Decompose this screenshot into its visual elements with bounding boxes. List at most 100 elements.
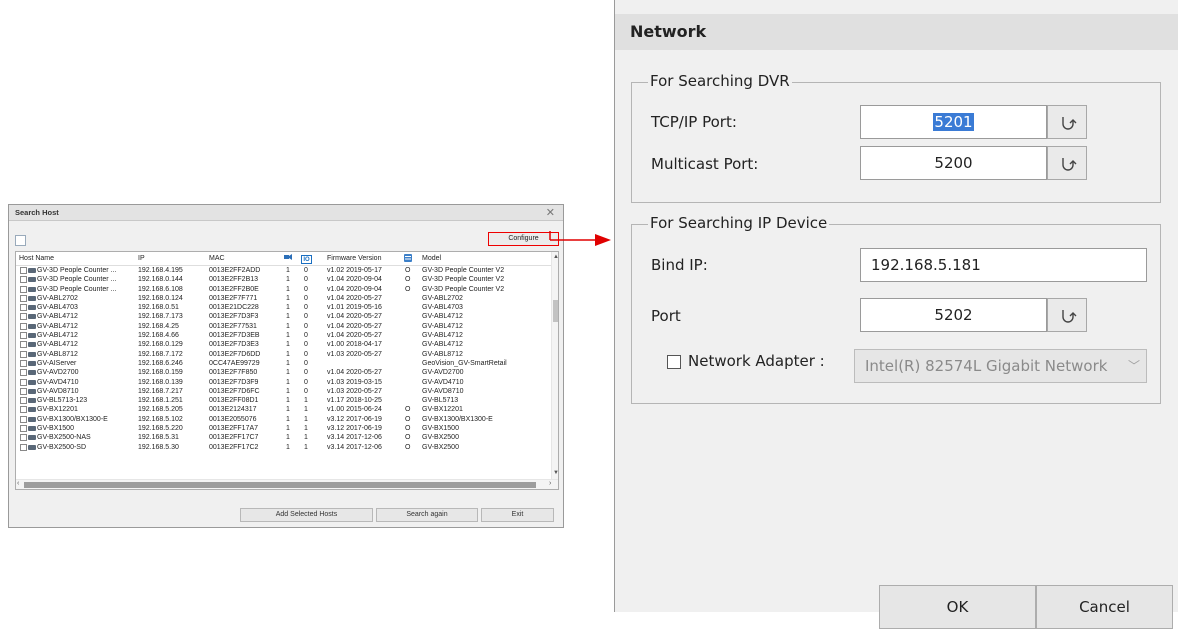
bind-ip-label: Bind IP: — [651, 256, 708, 274]
mac-cell: 0013E2F7D3F9 — [209, 378, 259, 386]
row-checkbox[interactable] — [20, 415, 27, 423]
row-checkbox[interactable] — [20, 434, 27, 442]
row-checkbox[interactable] — [20, 285, 27, 293]
header-mac[interactable]: MAC — [209, 255, 225, 262]
network-adapter-checkbox[interactable] — [667, 355, 681, 369]
row-checkbox[interactable] — [20, 341, 27, 349]
scroll-left-icon[interactable]: ‹ — [17, 480, 19, 487]
row-checkbox[interactable] — [20, 387, 27, 395]
table-row[interactable]: GV-ABL8712 192.168.7.172 0013E2F7D6DD 1 0 v1.… — [16, 350, 551, 359]
scroll-down-icon[interactable]: ▼ — [553, 470, 558, 476]
camera-icon — [28, 295, 36, 301]
header-ip[interactable]: IP — [138, 255, 145, 262]
ip-cell: 192.168.6.108 — [138, 285, 183, 293]
network-adapter-label: Network Adapter : — [688, 352, 825, 370]
tcpip-port-input[interactable]: 5201 — [860, 105, 1047, 139]
row-checkbox[interactable] — [20, 406, 27, 414]
table-row[interactable]: GV-3D People Counter ... 192.168.6.108 001… — [16, 285, 551, 294]
row-checkbox[interactable] — [20, 276, 27, 284]
cancel-button[interactable]: Cancel — [1036, 585, 1173, 629]
host-name-cell: GV-ABL8712 — [37, 350, 78, 358]
row-checkbox[interactable] — [20, 304, 27, 312]
row-checkbox[interactable] — [20, 378, 27, 386]
model-cell: GV-AVD4710 — [422, 378, 464, 386]
camera-icon — [28, 407, 36, 413]
database-icon — [404, 254, 412, 262]
table-row[interactable]: GV-BX2500-SD 192.168.5.30 0013E2FF17C2 1 1 v3… — [16, 443, 551, 452]
ip-cell: 192.168.7.217 — [138, 387, 183, 395]
db-cell: O — [405, 276, 411, 284]
host-name-cell: GV-BX12201 — [37, 406, 78, 414]
table-row[interactable]: GV-3D People Counter ... 192.168.0.144 001… — [16, 275, 551, 284]
table-row[interactable]: GV-AVD4710 192.168.0.139 0013E2F7D3F9 1 0 v1.… — [16, 378, 551, 387]
video-count-cell: 1 — [286, 406, 290, 414]
multicast-port-input[interactable]: 5200 — [860, 146, 1047, 180]
firmware-cell: v1.04 2020-05-27 — [327, 313, 382, 321]
horizontal-scrollbar[interactable]: ‹ › — [16, 479, 558, 489]
header-host-name[interactable]: Host Name — [19, 255, 54, 262]
ip-cell: 192.168.6.246 — [138, 359, 183, 367]
port-input[interactable]: 5202 — [860, 298, 1047, 332]
close-icon[interactable]: ✕ — [546, 206, 555, 219]
video-count-cell: 1 — [286, 313, 290, 321]
row-checkbox[interactable] — [20, 369, 27, 377]
video-count-cell: 1 — [286, 434, 290, 442]
model-cell: GV-3D People Counter V2 — [422, 267, 505, 274]
row-checkbox[interactable] — [20, 332, 27, 340]
row-checkbox[interactable] — [20, 359, 27, 367]
row-checkbox[interactable] — [20, 425, 27, 433]
scroll-right-icon[interactable]: › — [549, 480, 551, 487]
io-count-cell: 0 — [304, 313, 308, 321]
table-row[interactable]: GV-BL5713-123 192.168.1.251 0013E2FF08D1 1 1… — [16, 396, 551, 405]
port-reset-button[interactable] — [1047, 298, 1087, 332]
table-row[interactable]: GV-AIServer 192.168.6.246 0CC47AE99729 1 0 Ge… — [16, 359, 551, 368]
row-checkbox[interactable] — [20, 443, 27, 451]
camera-icon — [28, 351, 36, 357]
ok-button[interactable]: OK — [879, 585, 1036, 629]
camera-icon — [28, 444, 36, 450]
select-all-checkbox[interactable] — [15, 235, 26, 246]
row-checkbox[interactable] — [20, 397, 27, 405]
table-row[interactable]: GV-ABL4712 192.168.7.173 0013E2F7D3F3 1 0 v1.… — [16, 312, 551, 321]
table-row[interactable]: GV-AVD2700 192.168.0.159 0013E2F7F850 1 0 v1.… — [16, 368, 551, 377]
table-row[interactable]: GV-ABL4712 192.168.0.129 0013E2F7D3E3 1 0 v1.… — [16, 340, 551, 349]
header-firmware[interactable]: Firmware Version — [327, 255, 381, 262]
table-row[interactable]: GV-ABL2702 192.168.0.124 0013E2F7F771 1 0 v1.… — [16, 294, 551, 303]
ip-cell: 192.168.0.124 — [138, 294, 183, 302]
reset-icon — [1062, 310, 1077, 323]
add-selected-hosts-button[interactable]: Add Selected Hosts — [240, 508, 373, 522]
model-cell: GV-ABL4712 — [422, 332, 463, 340]
table-row[interactable]: GV-BX2500-NAS 192.168.5.31 0013E2FF17C7 1 1 v… — [16, 433, 551, 442]
bind-ip-input[interactable]: 192.168.5.181 — [860, 248, 1147, 282]
row-checkbox[interactable] — [20, 322, 27, 330]
table-row[interactable]: GV-BX1300/BX1300-E 192.168.5.102 0013E2055… — [16, 415, 551, 424]
ip-cell: 192.168.5.102 — [138, 415, 183, 423]
row-checkbox[interactable] — [20, 267, 27, 274]
table-row[interactable]: GV-ABL4712 192.168.4.25 0013E2F77531 1 0 v1.0… — [16, 322, 551, 331]
scroll-up-icon[interactable]: ▲ — [553, 254, 558, 260]
row-checkbox[interactable] — [20, 313, 27, 321]
dvr-group: For Searching DVR — [631, 72, 1161, 203]
video-count-cell: 1 — [286, 350, 290, 358]
horizontal-scroll-thumb[interactable] — [24, 482, 536, 488]
tcpip-reset-button[interactable] — [1047, 105, 1087, 139]
vertical-scroll-thumb[interactable] — [553, 300, 558, 322]
vertical-scrollbar[interactable]: ▲ ▼ — [551, 252, 558, 479]
table-row[interactable]: GV-AVD8710 192.168.7.217 0013E2F7D6FC 1 0 v1.… — [16, 387, 551, 396]
header-model[interactable]: Model — [422, 255, 441, 262]
multicast-reset-button[interactable] — [1047, 146, 1087, 180]
network-adapter-select[interactable]: Intel(R) 82574L Gigabit Network ﹀ — [854, 349, 1147, 383]
table-row[interactable]: GV-BX1500 192.168.5.220 0013E2FF17A7 1 1 v3.1… — [16, 424, 551, 433]
table-row[interactable]: GV-BX12201 192.168.5.205 0013E2124317 1 1 v1.… — [16, 405, 551, 414]
row-checkbox[interactable] — [20, 350, 27, 358]
table-row[interactable]: GV-ABL4712 192.168.4.66 0013E2F7D3EB 1 0 v1.0… — [16, 331, 551, 340]
dropdown-arrow-icon: ﹀ — [1127, 359, 1140, 373]
table-row[interactable]: GV-ABL4703 192.168.0.51 0013E21DC228 1 0 v1.0… — [16, 303, 551, 312]
video-count-cell: 1 — [286, 294, 290, 302]
table-row[interactable]: GV-3D People Counter ... 192.168.4.195 001… — [16, 266, 551, 275]
row-checkbox[interactable] — [20, 294, 27, 302]
search-again-button[interactable]: Search again — [376, 508, 478, 522]
firmware-cell: v1.04 2020-05-27 — [327, 294, 382, 302]
exit-button[interactable]: Exit — [481, 508, 554, 522]
host-name-cell: GV-ABL4712 — [37, 313, 78, 321]
